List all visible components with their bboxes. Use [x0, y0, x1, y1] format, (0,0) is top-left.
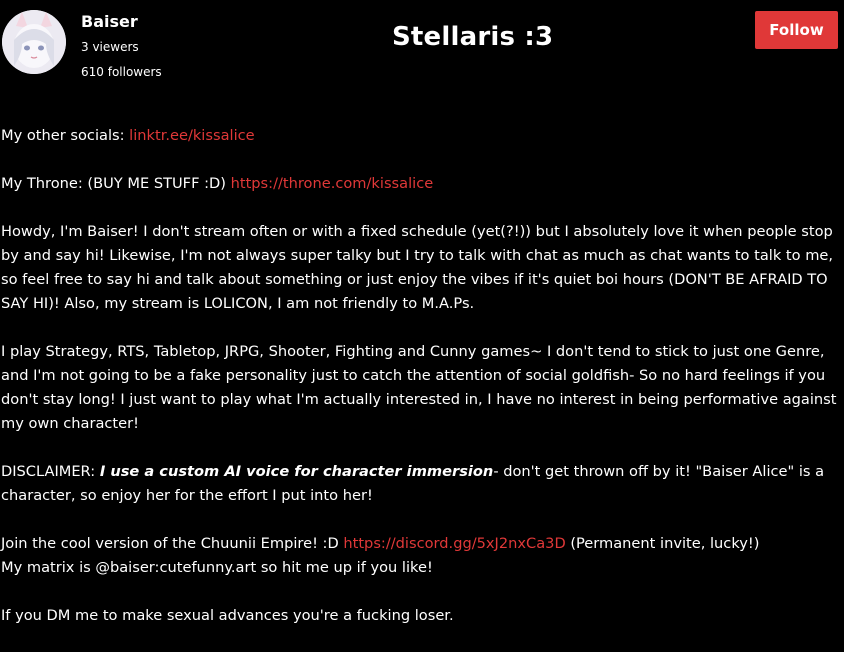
join-suffix: (Permanent invite, lucky!) [565, 535, 760, 552]
bio-socials: My other socials: linktr.ee/kissalice [1, 124, 837, 148]
streamer-name[interactable]: Baiser [81, 12, 138, 31]
bio-intro: Howdy, I'm Baiser! I don't stream often … [1, 223, 834, 312]
bio-disclaimer: DISCLAIMER: I use a custom AI voice for … [1, 460, 837, 508]
bio-throne: My Throne: (BUY ME STUFF :D) https://thr… [1, 172, 837, 196]
bio-games: I play Strategy, RTS, Tabletop, JRPG, Sh… [1, 343, 837, 432]
socials-label: My other socials: [1, 127, 130, 144]
channel-bio: My other socials: linktr.ee/kissalice My… [1, 124, 837, 652]
bio-community: Join the cool version of the Chuunii Emp… [1, 532, 837, 556]
avatar[interactable] [2, 10, 66, 74]
disclaimer-label: DISCLAIMER: [1, 463, 100, 480]
channel-header: Baiser 3 viewers 610 followers Stellaris… [0, 0, 844, 110]
follower-count: 610 followers [81, 65, 162, 79]
join-text: Join the cool version of the Chuunii Emp… [1, 535, 344, 552]
stream-title: Stellaris :3 [392, 22, 554, 52]
follow-button[interactable]: Follow [755, 11, 838, 49]
discord-link[interactable]: https://discord.gg/5xJ2nxCa3D [343, 535, 565, 552]
viewer-count: 3 viewers [81, 40, 139, 54]
linktree-link[interactable]: linktr.ee/kissalice [129, 127, 254, 144]
disclaimer-emphasis: I use a custom AI voice for character im… [99, 463, 494, 480]
bio-dm-warning: If you DM me to make sexual advances you… [1, 607, 454, 624]
bio-matrix: My matrix is @baiser:cutefunny.art so hi… [1, 559, 433, 576]
throne-label: My Throne: (BUY ME STUFF :D) [1, 175, 231, 192]
throne-link[interactable]: https://throne.com/kissalice [231, 175, 434, 192]
